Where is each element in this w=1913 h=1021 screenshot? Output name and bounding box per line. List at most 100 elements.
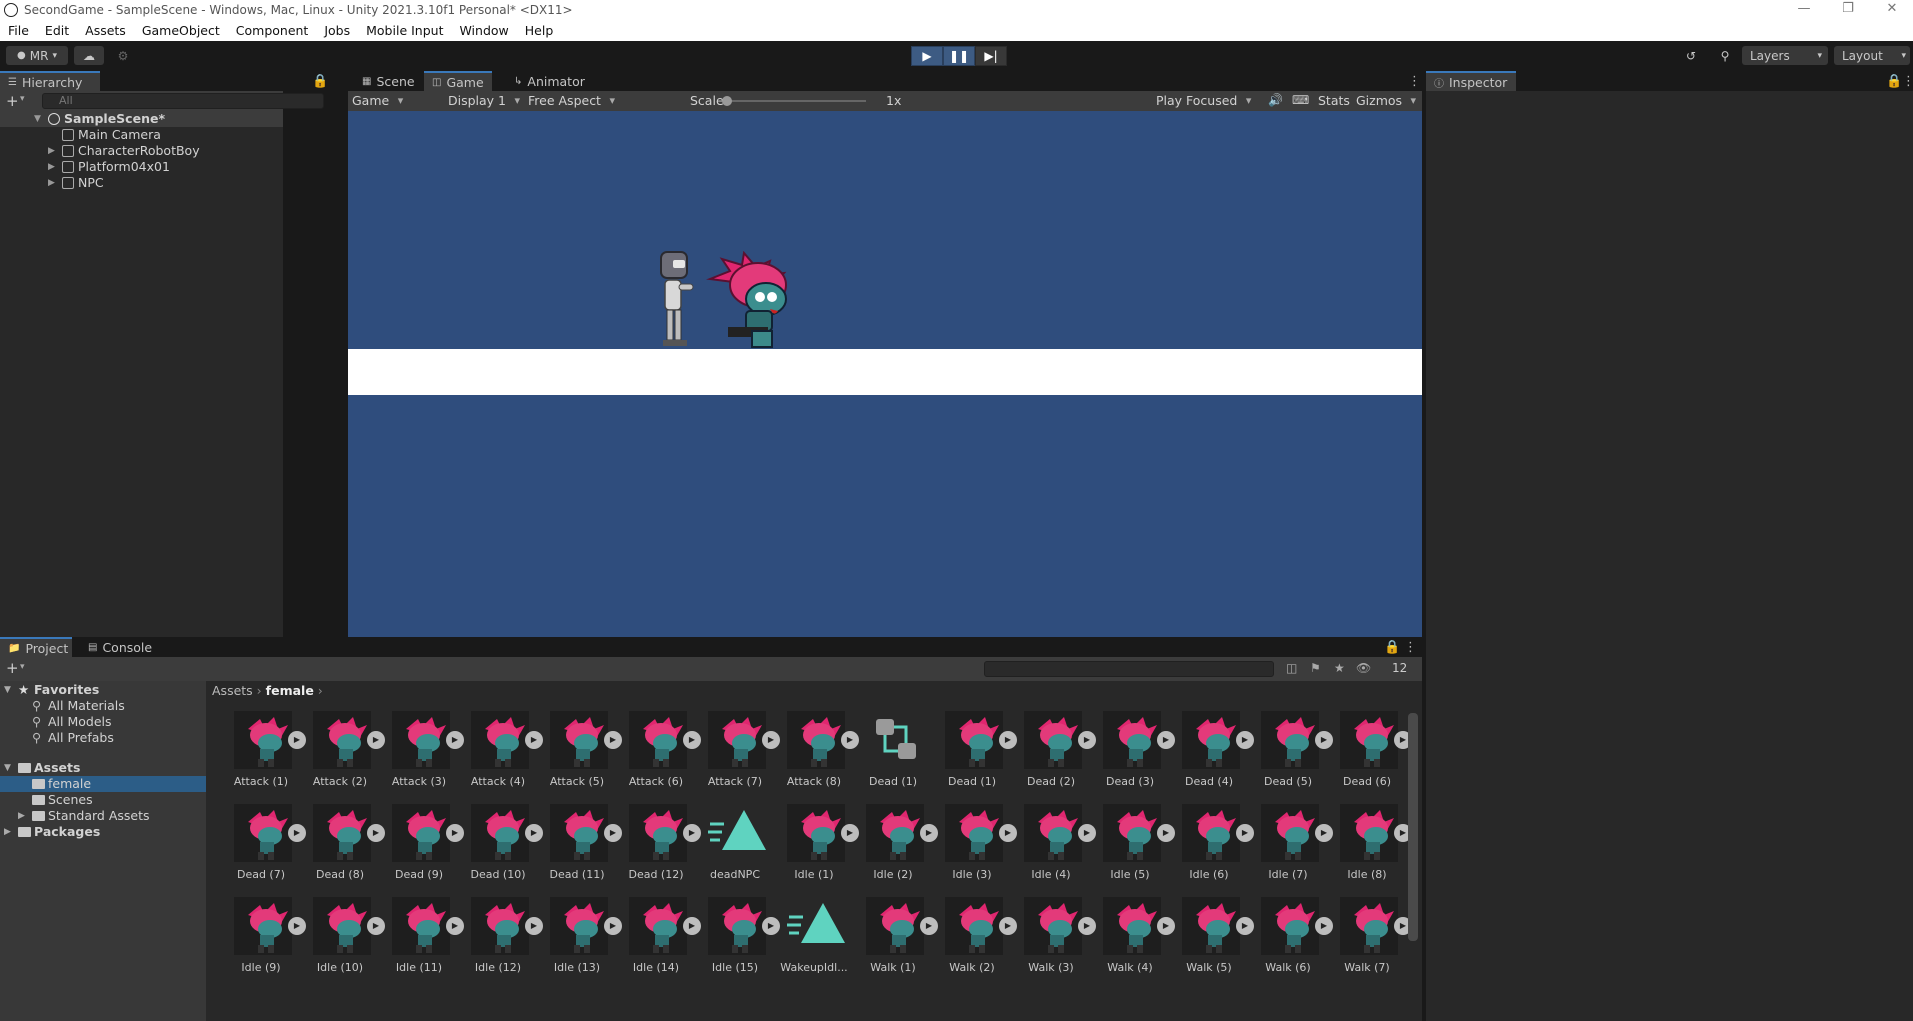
menu-help[interactable]: Help	[517, 23, 562, 38]
chevron-down-icon[interactable]: ▾	[20, 94, 25, 104]
step-button[interactable]: ▶|	[975, 46, 1007, 66]
display-dropdown[interactable]: Display 1	[448, 93, 520, 109]
menu-jobs[interactable]: Jobs	[316, 23, 358, 38]
asset-item[interactable]: ▶ Dead (12)	[613, 804, 701, 894]
menu-window[interactable]: Window	[451, 23, 516, 38]
account-button[interactable]: ● MR ▾	[6, 46, 68, 65]
search-by-label-icon[interactable]: ⚑	[1310, 661, 1321, 675]
expand-arrow-icon[interactable]: ▶	[48, 175, 55, 191]
hidden-packages-icon[interactable]: 👁	[1356, 661, 1371, 675]
more-options-icon[interactable]: ⋮	[1902, 74, 1913, 89]
asset-item[interactable]: ▶ Attack (7)	[692, 711, 780, 801]
tab-hierarchy[interactable]: ☰ Hierarchy	[0, 71, 100, 91]
breadcrumb-assets[interactable]: Assets	[212, 683, 253, 698]
asset-item[interactable]: ▶ Walk (5)	[1166, 897, 1254, 987]
minimize-button[interactable]: —	[1782, 0, 1826, 20]
lock-icon[interactable]: 🔒	[1886, 74, 1902, 89]
asset-item[interactable]: ▶ Dead (1)	[929, 711, 1017, 801]
collab-button[interactable]: ⚙	[110, 46, 136, 65]
tab-console[interactable]: ▤ Console	[80, 637, 160, 657]
menu-file[interactable]: File	[0, 23, 37, 38]
aspect-dropdown[interactable]: Free Aspect	[528, 93, 615, 109]
scale-slider-handle[interactable]	[722, 96, 732, 106]
packages-row[interactable]: ▶ Packages	[0, 824, 206, 840]
expand-arrow-icon[interactable]: ▶	[48, 159, 55, 175]
hierarchy-item[interactable]: ▶ NPC	[0, 175, 283, 191]
asset-item[interactable]: ▶ Idle (5)	[1087, 804, 1175, 894]
asset-item[interactable]: ▶ Walk (7)	[1324, 897, 1412, 987]
asset-item[interactable]: ▶ Attack (3)	[376, 711, 464, 801]
asset-item[interactable]: ▶ Idle (14)	[613, 897, 701, 987]
lock-icon[interactable]: 🔒	[1384, 640, 1400, 655]
asset-item[interactable]: ▶ Idle (4)	[1008, 804, 1096, 894]
asset-item[interactable]: ▶ Dead (10)	[455, 804, 543, 894]
hierarchy-item[interactable]: ▶ Platform04x01	[0, 159, 283, 175]
asset-item[interactable]: ▶ Idle (1)	[771, 804, 859, 894]
expand-arrow-icon[interactable]: ▼	[4, 682, 11, 698]
expand-arrow-icon[interactable]: ▼	[34, 111, 41, 127]
asset-item[interactable]: WakeupIdl...	[771, 897, 848, 987]
asset-item[interactable]: ▶ Dead (7)	[218, 804, 306, 894]
asset-item[interactable]: ▶ Idle (7)	[1245, 804, 1333, 894]
hierarchy-scene-row[interactable]: ▼ SampleScene*	[0, 111, 283, 127]
audio-icon[interactable]: 🔊	[1268, 93, 1283, 107]
hierarchy-search-input[interactable]: All	[42, 93, 324, 109]
asset-item[interactable]: ▶ Idle (3)	[929, 804, 1017, 894]
maximize-button[interactable]: ❐	[1826, 0, 1870, 20]
asset-item[interactable]: ▶ Walk (6)	[1245, 897, 1333, 987]
favorite-item[interactable]: ⚲ All Models	[0, 714, 206, 730]
asset-item[interactable]: ▶ Idle (13)	[534, 897, 622, 987]
layers-dropdown[interactable]: Layers ▾	[1742, 46, 1828, 65]
menu-component[interactable]: Component	[228, 23, 317, 38]
asset-item[interactable]: ▶ Dead (5)	[1245, 711, 1333, 801]
assets-row[interactable]: ▼ Assets	[0, 760, 206, 776]
asset-item[interactable]: ▶ Idle (10)	[297, 897, 385, 987]
asset-item[interactable]: ▶ Dead (8)	[297, 804, 385, 894]
tab-game[interactable]: ◫ Game	[424, 71, 492, 91]
asset-item[interactable]: ▶ Dead (4)	[1166, 711, 1254, 801]
asset-item[interactable]: ▶ Dead (2)	[1008, 711, 1096, 801]
asset-item[interactable]: ▶ Dead (3)	[1087, 711, 1175, 801]
game-mode-dropdown[interactable]: Game	[352, 93, 404, 109]
cloud-button[interactable]: ☁	[74, 46, 104, 65]
asset-item[interactable]: ▶ Idle (12)	[455, 897, 543, 987]
asset-item[interactable]: ▶ Attack (2)	[297, 711, 385, 801]
favorites-row[interactable]: ▼ ★ Favorites	[0, 682, 206, 698]
asset-item[interactable]: ▶ Attack (1)	[218, 711, 306, 801]
asset-item[interactable]: ▶ Attack (6)	[613, 711, 701, 801]
scale-slider[interactable]	[722, 96, 866, 106]
asset-item[interactable]: ▶ Idle (11)	[376, 897, 464, 987]
asset-item[interactable]: ▶ Walk (3)	[1008, 897, 1096, 987]
asset-item[interactable]: ▶ Attack (5)	[534, 711, 622, 801]
asset-item[interactable]: ▶ Idle (8)	[1324, 804, 1412, 894]
more-options-icon[interactable]: ⋮	[1404, 640, 1417, 655]
folder-item-standard-assets[interactable]: ▶ Standard Assets	[0, 808, 206, 824]
tab-project[interactable]: 📁 Project	[0, 637, 72, 657]
history-button[interactable]: ↺	[1680, 46, 1702, 65]
asset-item[interactable]: ▶ Attack (8)	[771, 711, 859, 801]
menu-assets[interactable]: Assets	[77, 23, 134, 38]
asset-grid-scrollbar[interactable]	[1408, 713, 1418, 941]
play-mode-dropdown[interactable]: Play Focused	[1156, 93, 1252, 109]
asset-item[interactable]: ▶ Walk (4)	[1087, 897, 1175, 987]
stats-button[interactable]: Stats	[1318, 93, 1350, 108]
tab-animator[interactable]: ↳ Animator	[506, 71, 593, 91]
game-canvas[interactable]	[348, 111, 1422, 637]
search-button[interactable]: ⚲	[1714, 46, 1736, 65]
expand-arrow-icon[interactable]: ▶	[18, 808, 25, 824]
asset-item[interactable]: ▶ Walk (2)	[929, 897, 1017, 987]
gizmos-dropdown[interactable]: Gizmos	[1356, 93, 1416, 109]
folder-item-female[interactable]: female	[0, 776, 206, 792]
tab-inspector[interactable]: ⓘ Inspector	[1426, 71, 1516, 91]
keyboard-icon[interactable]: ⌨	[1292, 93, 1309, 107]
search-by-type-icon[interactable]: ◫	[1286, 661, 1297, 675]
more-options-icon[interactable]: ⋮	[1408, 74, 1421, 89]
asset-item[interactable]: ▶ Dead (9)	[376, 804, 464, 894]
add-icon[interactable]: +	[6, 659, 19, 677]
menu-gameobject[interactable]: GameObject	[134, 23, 228, 38]
chevron-down-icon[interactable]: ▾	[20, 662, 25, 672]
favorite-item[interactable]: ⚲ All Materials	[0, 698, 206, 714]
asset-item[interactable]: Dead (1)	[850, 711, 926, 801]
asset-item[interactable]: ▶ Idle (2)	[850, 804, 938, 894]
asset-item[interactable]: ▶ Idle (15)	[692, 897, 780, 987]
